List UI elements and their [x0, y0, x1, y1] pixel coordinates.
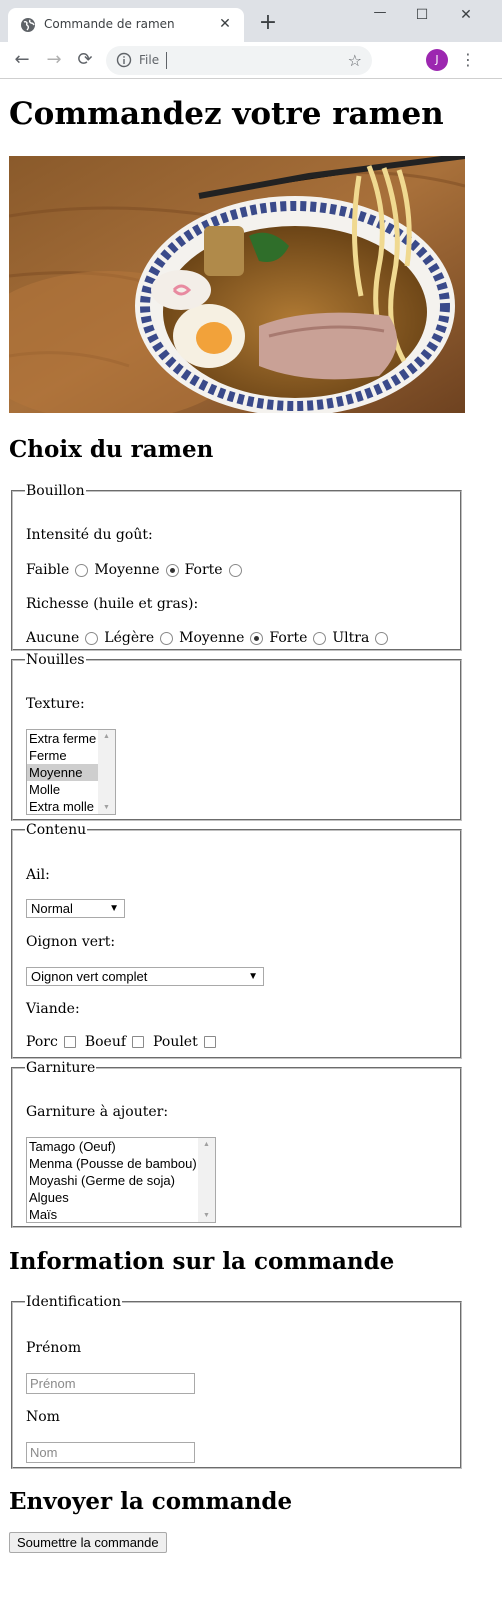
- nom-label: Nom: [26, 1409, 60, 1425]
- nom-input[interactable]: [26, 1442, 195, 1463]
- tab-strip: Commande de ramen ✕ + — ☐ ✕: [0, 0, 502, 42]
- richness-radio-legere[interactable]: [160, 631, 174, 645]
- prenom-input[interactable]: [26, 1373, 195, 1394]
- browser-toolbar: ← → ⟳ File ☆ J ⋮: [0, 42, 502, 79]
- intensity-option-label: Faible: [26, 562, 70, 578]
- forward-icon[interactable]: →: [42, 49, 66, 73]
- richness-label: Richesse (huile et gras):: [26, 596, 199, 612]
- ail-select-value: Normal: [31, 901, 73, 916]
- oignon-label: Oignon vert:: [26, 934, 116, 950]
- intensity-radio-faible[interactable]: [75, 563, 89, 577]
- intensity-radio-group: Faible Moyenne Forte: [26, 562, 248, 578]
- identification-legend: Identification: [26, 1294, 121, 1310]
- close-tab-icon[interactable]: ✕: [214, 13, 236, 35]
- profile-avatar[interactable]: J: [426, 49, 448, 71]
- garniture-fieldset: Garniture Garniture à ajouter: Tamago (O…: [11, 1060, 462, 1228]
- viande-checkbox-boeuf[interactable]: [132, 1036, 145, 1048]
- tab-ramen[interactable]: Commande de ramen ✕: [8, 8, 244, 42]
- menu-icon[interactable]: ⋮: [458, 48, 478, 72]
- scroll-down-icon[interactable]: ▼: [98, 804, 115, 811]
- prenom-label: Prénom: [26, 1340, 82, 1356]
- scroll-up-icon[interactable]: ▲: [198, 1141, 215, 1148]
- viande-checkbox-poulet[interactable]: [203, 1036, 216, 1048]
- richness-radio-aucune[interactable]: [85, 631, 99, 645]
- address-scheme: File: [139, 53, 160, 67]
- richness-radio-ultra[interactable]: [375, 631, 389, 645]
- text-caret: [166, 52, 167, 69]
- intensity-option-label: Moyenne: [94, 562, 160, 578]
- texture-option-selected[interactable]: Moyenne: [27, 764, 98, 781]
- garniture-option[interactable]: Moyashi (Germe de soja): [27, 1172, 215, 1189]
- oignon-select-value: Oignon vert complet: [31, 969, 148, 984]
- intensity-option-label: Forte: [184, 562, 223, 578]
- scroll-up-icon[interactable]: ▲: [98, 733, 115, 740]
- identification-fieldset: Identification Prénom Nom: [11, 1294, 462, 1469]
- richness-option-label: Forte: [269, 630, 308, 646]
- minimize-button[interactable]: —: [362, 2, 398, 28]
- submit-button[interactable]: Soumettre la commande: [9, 1532, 167, 1553]
- ail-select[interactable]: Normal ▼: [26, 899, 125, 918]
- richness-option-label: Moyenne: [179, 630, 245, 646]
- contenu-legend: Contenu: [26, 822, 87, 838]
- viande-option-label: Porc: [26, 1034, 58, 1050]
- bouillon-fieldset: Bouillon Intensité du goût: Faible Moyen…: [11, 483, 462, 651]
- viande-option-label: Poulet: [153, 1034, 198, 1050]
- intensity-radio-moyenne[interactable]: [165, 563, 179, 577]
- texture-listbox[interactable]: Extra ferme Ferme Moyenne Molle Extra mo…: [26, 729, 116, 815]
- garniture-scrollbar[interactable]: ▲ ▼: [198, 1138, 215, 1222]
- maximize-button[interactable]: ☐: [404, 2, 440, 28]
- garniture-listbox[interactable]: Tamago (Oeuf) Menma (Pousse de bambou) M…: [26, 1137, 216, 1223]
- address-bar[interactable]: File ☆: [106, 46, 372, 75]
- richness-option-label: Ultra: [332, 630, 370, 646]
- globe-icon: [21, 18, 35, 32]
- new-tab-button[interactable]: +: [256, 12, 280, 36]
- info-heading: Information sur la commande: [9, 1248, 395, 1275]
- send-heading: Envoyer la commande: [9, 1488, 293, 1515]
- scroll-down-icon[interactable]: ▼: [198, 1212, 215, 1219]
- nouilles-legend: Nouilles: [26, 652, 85, 668]
- ramen-photo: [9, 156, 465, 413]
- oignon-select[interactable]: Oignon vert complet ▼: [26, 967, 264, 986]
- intensity-radio-forte[interactable]: [228, 563, 242, 577]
- close-window-button[interactable]: ✕: [448, 2, 484, 28]
- page-title: Commandez votre ramen: [9, 96, 444, 132]
- nouilles-fieldset: Nouilles Texture: Extra ferme Ferme Moye…: [11, 652, 462, 821]
- chevron-down-icon: ▼: [248, 971, 258, 982]
- ail-label: Ail:: [26, 867, 50, 883]
- garniture-option[interactable]: Maïs: [27, 1206, 215, 1222]
- tab-title: Commande de ramen: [44, 17, 175, 31]
- intensity-label: Intensité du goût:: [26, 527, 153, 543]
- viande-checkbox-porc[interactable]: [63, 1036, 76, 1048]
- viande-option-label: Boeuf: [84, 1034, 127, 1050]
- garniture-option[interactable]: Menma (Pousse de bambou): [27, 1155, 215, 1172]
- viande-checkbox-group: Porc Boeuf Poulet: [26, 1034, 225, 1050]
- richness-radio-moyenne[interactable]: [250, 631, 264, 645]
- contenu-fieldset: Contenu Ail: Normal ▼ Oignon vert: Oigno…: [11, 822, 462, 1059]
- garniture-option[interactable]: Tamago (Oeuf): [27, 1138, 215, 1155]
- garniture-label: Garniture à ajouter:: [26, 1104, 169, 1120]
- viande-label: Viande:: [26, 1001, 80, 1017]
- info-icon[interactable]: [116, 52, 132, 68]
- richness-radio-group: Aucune Légère Moyenne Forte Ultra: [26, 630, 394, 646]
- richness-option-label: Légère: [104, 630, 155, 646]
- texture-label: Texture:: [26, 696, 85, 712]
- texture-scrollbar[interactable]: ▲ ▼: [98, 730, 115, 814]
- reload-icon[interactable]: ⟳: [73, 49, 97, 73]
- bouillon-legend: Bouillon: [26, 483, 85, 499]
- richness-option-label: Aucune: [26, 630, 80, 646]
- garniture-option[interactable]: Algues: [27, 1189, 215, 1206]
- bookmark-star-icon[interactable]: ☆: [348, 51, 362, 70]
- choice-heading: Choix du ramen: [9, 436, 214, 463]
- chevron-down-icon: ▼: [109, 903, 119, 914]
- garniture-legend: Garniture: [26, 1060, 96, 1076]
- richness-radio-forte[interactable]: [313, 631, 327, 645]
- back-icon[interactable]: ←: [10, 49, 34, 73]
